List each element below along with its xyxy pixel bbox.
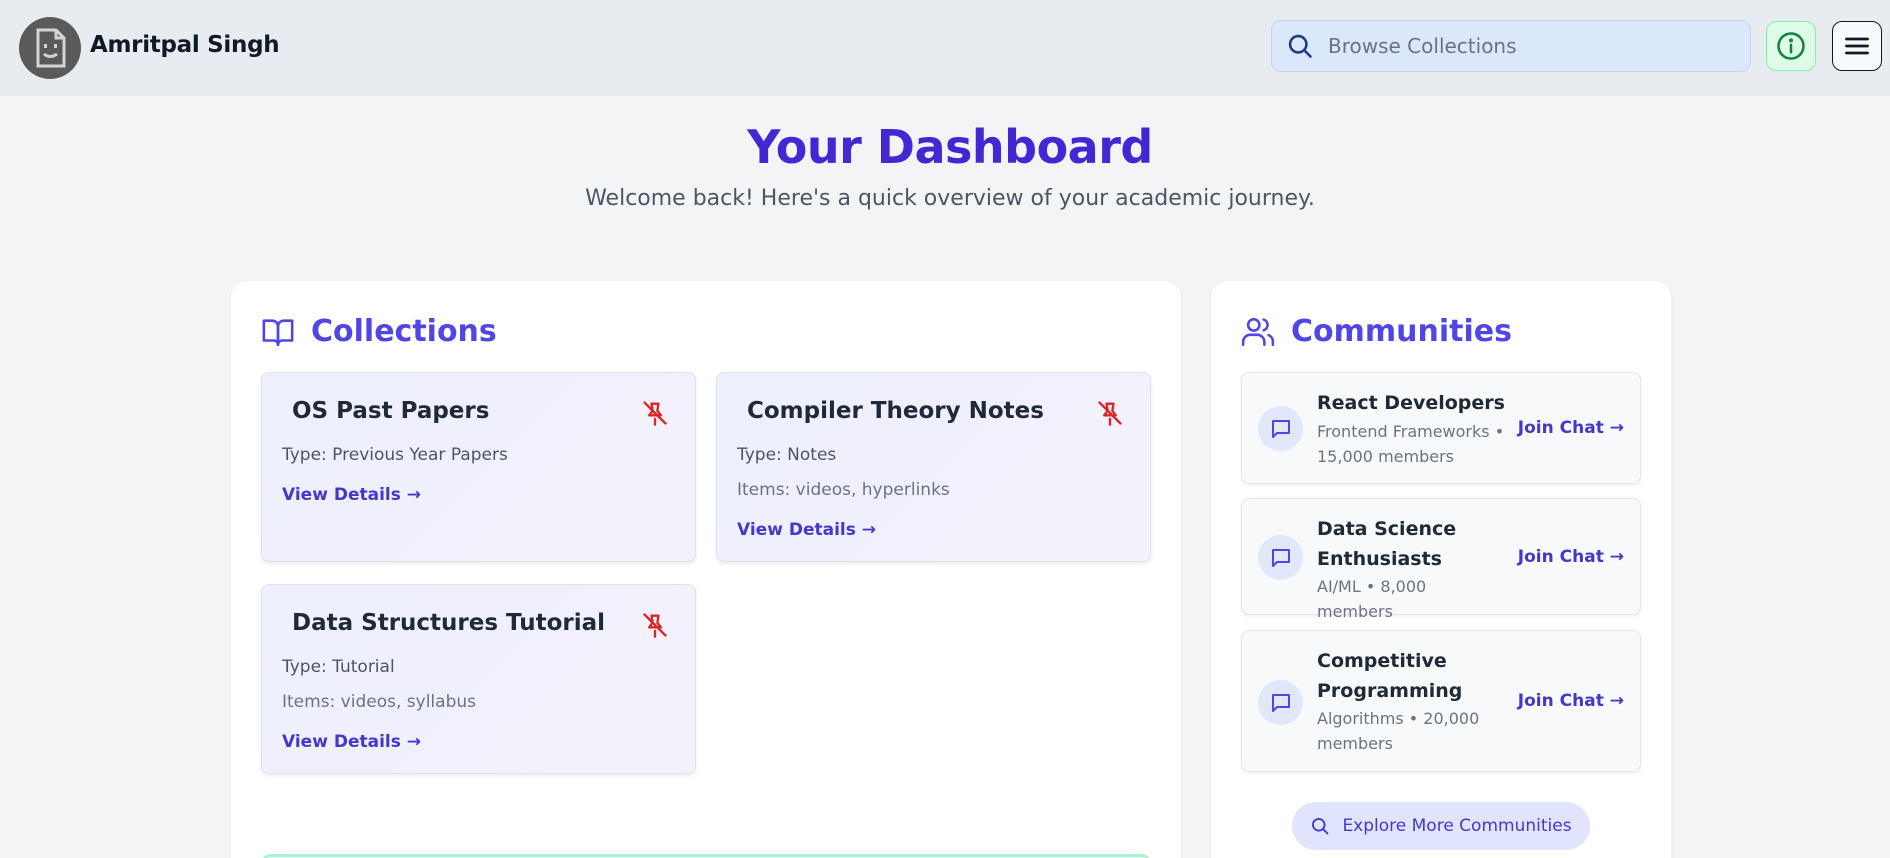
search-icon bbox=[1312, 818, 1329, 835]
chat-icon bbox=[1271, 548, 1290, 567]
collection-items: Items: videos, syllabus bbox=[282, 692, 476, 712]
community-item[interactable]: React Developers Frontend Frameworks • 1… bbox=[1241, 372, 1641, 484]
chat-icon-badge bbox=[1258, 406, 1303, 451]
chat-icon bbox=[1271, 693, 1290, 712]
chat-icon-badge bbox=[1258, 535, 1303, 580]
unpin-icon[interactable] bbox=[641, 399, 669, 427]
collections-heading: Collections bbox=[261, 314, 497, 349]
users-icon bbox=[1241, 317, 1275, 346]
collection-card[interactable]: Data Structures Tutorial Type: Tutorial … bbox=[261, 584, 696, 774]
search-icon bbox=[1288, 34, 1312, 58]
collection-type: Type: Previous Year Papers bbox=[282, 445, 508, 465]
community-name: Competitive Programming bbox=[1317, 650, 1463, 702]
chat-icon-badge bbox=[1258, 680, 1303, 725]
collection-card[interactable]: Compiler Theory Notes Type: Notes Items:… bbox=[716, 372, 1151, 562]
join-chat-link[interactable]: Join Chat → bbox=[1518, 418, 1624, 438]
page-subtitle: Welcome back! Here's a quick overview of… bbox=[585, 186, 1315, 211]
community-name: React Developers bbox=[1317, 392, 1505, 414]
join-chat-link[interactable]: Join Chat → bbox=[1518, 691, 1624, 711]
top-bar: Amritpal Singh bbox=[0, 0, 1890, 96]
community-meta: AI/ML • 8,000 members bbox=[1317, 577, 1427, 621]
menu-button[interactable] bbox=[1832, 21, 1882, 71]
bottom-section-edge bbox=[261, 854, 1151, 858]
explore-communities-label: Explore More Communities bbox=[1342, 816, 1572, 836]
collection-items: Items: videos, hyperlinks bbox=[737, 480, 950, 500]
info-button[interactable] bbox=[1766, 21, 1816, 71]
view-details-link[interactable]: View Details → bbox=[737, 520, 876, 540]
search-input[interactable] bbox=[1328, 34, 1728, 58]
menu-icon bbox=[1845, 37, 1869, 55]
unpin-icon[interactable] bbox=[1096, 399, 1124, 427]
avatar-face-icon bbox=[36, 28, 66, 68]
unpin-icon[interactable] bbox=[641, 611, 669, 639]
community-meta: Algorithms • 20,000 members bbox=[1317, 709, 1480, 753]
view-details-link[interactable]: View Details → bbox=[282, 485, 421, 505]
collections-panel: Collections OS Past Papers Type: Previou… bbox=[231, 281, 1181, 858]
community-name: Data Science Enthusiasts bbox=[1317, 518, 1457, 570]
info-icon bbox=[1777, 32, 1805, 60]
username: Amritpal Singh bbox=[90, 32, 280, 58]
collections-heading-label: Collections bbox=[311, 314, 497, 349]
collection-title: Compiler Theory Notes bbox=[747, 398, 1044, 424]
book-open-icon bbox=[262, 318, 294, 346]
chat-icon bbox=[1271, 419, 1290, 438]
join-chat-link[interactable]: Join Chat → bbox=[1518, 547, 1624, 567]
community-meta: Frontend Frameworks • 15,000 members bbox=[1317, 422, 1505, 466]
view-details-link[interactable]: View Details → bbox=[282, 732, 421, 752]
collection-type: Type: Tutorial bbox=[282, 657, 395, 677]
communities-heading-label: Communities bbox=[1291, 314, 1512, 349]
explore-communities-button[interactable]: Explore More Communities bbox=[1292, 802, 1590, 850]
communities-panel: Communities React Developers Frontend Fr… bbox=[1211, 281, 1671, 858]
community-item[interactable]: Competitive Programming Algorithms • 20,… bbox=[1241, 630, 1641, 772]
collection-type: Type: Notes bbox=[737, 445, 837, 465]
page-title: Your Dashboard bbox=[747, 120, 1153, 174]
collection-title: OS Past Papers bbox=[292, 398, 490, 424]
communities-heading: Communities bbox=[1241, 314, 1512, 349]
collection-title: Data Structures Tutorial bbox=[292, 610, 606, 636]
collection-card[interactable]: OS Past Papers Type: Previous Year Paper… bbox=[261, 372, 696, 562]
avatar[interactable] bbox=[19, 17, 81, 79]
search-bar[interactable] bbox=[1271, 20, 1751, 72]
community-item[interactable]: Data Science Enthusiasts AI/ML • 8,000 m… bbox=[1241, 498, 1641, 621]
